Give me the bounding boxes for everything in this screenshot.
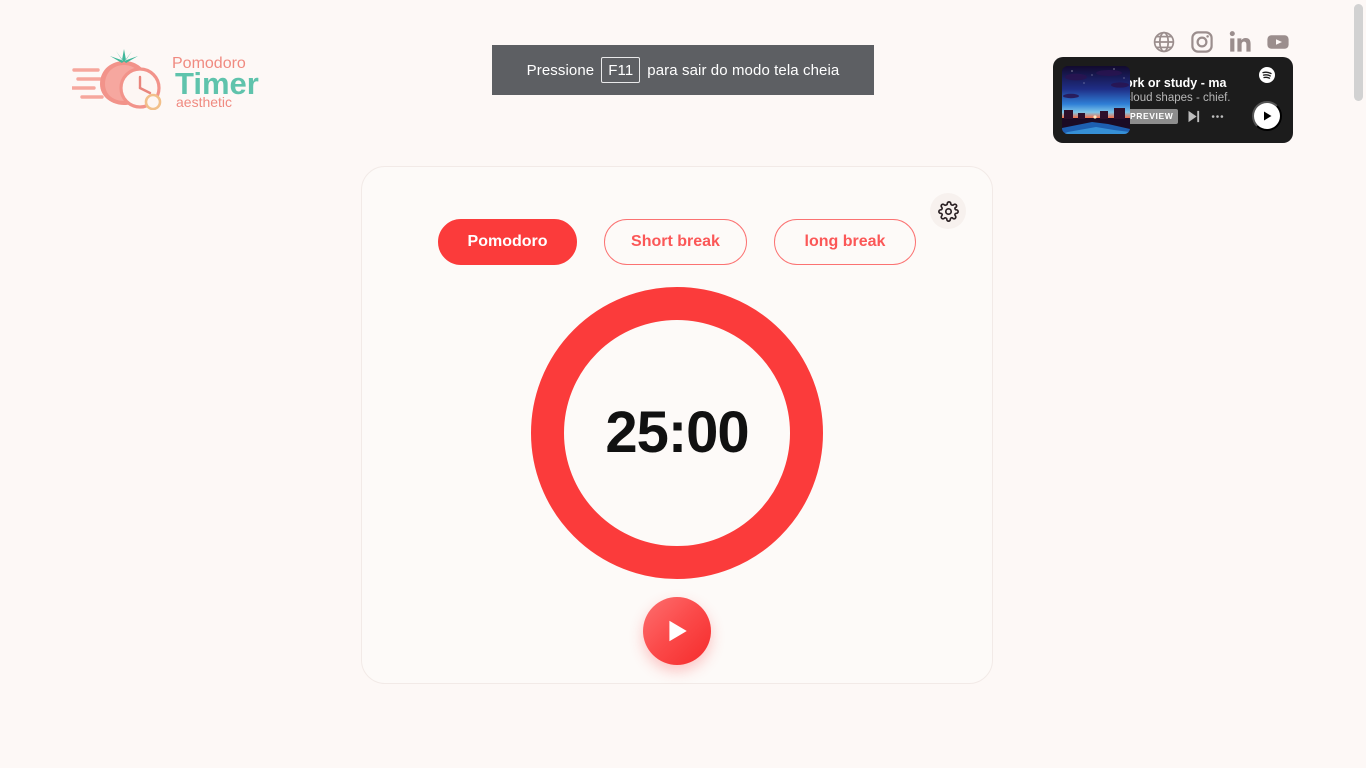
banner-text-after: para sair do modo tela cheia (647, 61, 840, 79)
tab-pomodoro[interactable]: Pomodoro (438, 219, 578, 265)
start-button-wrapper (643, 597, 711, 665)
spotify-logo-icon[interactable] (1259, 67, 1275, 83)
album-art (1062, 66, 1130, 134)
banner-key-f11: F11 (601, 57, 641, 83)
instagram-icon[interactable] (1190, 30, 1214, 54)
timer-ring: 25:00 (531, 287, 823, 579)
more-options-icon[interactable] (1209, 109, 1226, 124)
mode-tabs: Pomodoro Short break long break (362, 219, 992, 265)
player-right-column (1250, 57, 1284, 143)
svg-text:aesthetic: aesthetic (176, 94, 232, 110)
start-timer-button[interactable] (643, 597, 711, 665)
tab-short-break[interactable]: Short break (604, 219, 747, 265)
social-links (1152, 30, 1290, 54)
spotify-play-button[interactable] (1252, 101, 1282, 131)
tab-long-break[interactable]: long break (773, 219, 916, 265)
timer-card: Pomodoro Short break long break 25:00 (361, 166, 993, 684)
spotify-player-widget[interactable]: ork or study - ma cloud shapes - chief. … (1053, 57, 1293, 143)
banner-text-before: Pressione (526, 61, 595, 79)
youtube-icon[interactable] (1266, 30, 1290, 54)
timer-ring-wrapper: 25:00 (531, 287, 823, 579)
app-logo[interactable]: Pomodoro Timer aesthetic (72, 48, 287, 110)
preview-badge: PREVIEW (1125, 109, 1179, 124)
fullscreen-exit-banner: Pressione F11 para sair do modo tela che… (492, 45, 874, 95)
next-track-icon[interactable] (1186, 109, 1201, 124)
timer-display: 25:00 (605, 400, 749, 465)
page-scrollbar[interactable] (1351, 0, 1366, 768)
globe-icon[interactable] (1152, 30, 1176, 54)
linkedin-icon[interactable] (1228, 30, 1252, 54)
scrollbar-thumb[interactable] (1354, 4, 1363, 101)
